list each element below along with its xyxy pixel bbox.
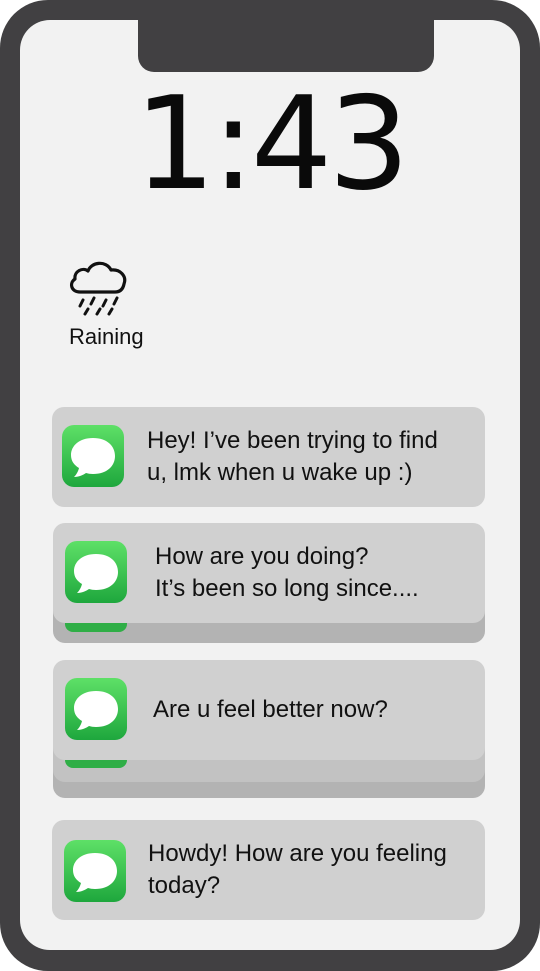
lock-screen-time: 1:43	[134, 70, 409, 219]
weather-label: Raining	[69, 324, 144, 349]
notification-card[interactable]: How are you doing? It’s been so long sin…	[53, 523, 485, 623]
notification-line: How are you doing?	[155, 543, 369, 570]
notification-line: Hey! I’ve been trying to find	[147, 427, 438, 454]
rain-cloud-icon	[69, 261, 127, 316]
notification-line: today?	[148, 872, 221, 899]
messages-icon	[65, 541, 127, 603]
notification-line: u, lmk when u wake up :)	[147, 459, 413, 486]
messages-icon	[62, 425, 124, 487]
notification-text: How are you doing? It’s been so long sin…	[155, 541, 419, 605]
messages-icon	[65, 678, 127, 740]
notification-card[interactable]: Are u feel better now?	[53, 660, 485, 760]
notification-card[interactable]: Howdy! How are you feeling today?	[52, 820, 485, 920]
notification-text: Are u feel better now?	[153, 694, 388, 726]
notification-text: Hey! I’ve been trying to find u, lmk whe…	[147, 425, 438, 489]
notification-line: Are u feel better now?	[153, 696, 388, 723]
messages-icon-stacked	[65, 622, 127, 632]
notification-text: Howdy! How are you feeling today?	[148, 838, 447, 902]
notification-card[interactable]: Hey! I’ve been trying to find u, lmk whe…	[52, 407, 485, 507]
notification-line: It’s been so long since....	[155, 575, 419, 602]
notification-line: Howdy! How are you feeling	[148, 840, 447, 867]
phone-notch	[138, 20, 434, 72]
weather-widget[interactable]: Raining	[66, 256, 166, 356]
messages-icon	[64, 840, 126, 902]
